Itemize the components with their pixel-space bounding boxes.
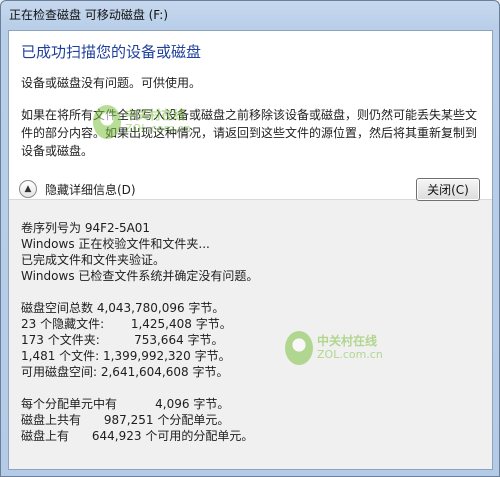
log-line: Windows 正在校验文件和文件夹...: [21, 237, 210, 251]
verification-log: 卷序列号为 94F2-5A01 Windows 正在校验文件和文件夹... 已完…: [21, 220, 481, 284]
result-heading: 已成功扫描您的设备或磁盘: [21, 43, 202, 61]
status-message: 设备或磁盘没有问题。可供使用。: [21, 76, 202, 90]
hide-details-label: 隐藏详细信息(D): [45, 182, 136, 197]
summary-area: 已成功扫描您的设备或磁盘 设备或磁盘没有问题。可供使用。 如果在将所有文件全部写…: [9, 31, 492, 200]
log-line: 卷序列号为 94F2-5A01: [21, 221, 151, 235]
allocation-summary: 每个分配单元中有 4,096 字节。 磁盘上共有 987,251 个分配单元。 …: [21, 396, 481, 444]
warning-message: 如果在将所有文件全部写入设备或磁盘之前移除该设备或磁盘，则仍然可能丢失某些文件的…: [21, 108, 478, 158]
watermark-url: ZOL.com.cn: [317, 348, 383, 361]
log-line: 已完成文件和文件夹验证。: [21, 253, 166, 267]
zol-logo-icon: [285, 331, 313, 365]
zol-logo-icon: [93, 105, 121, 139]
space-line: 1,481 个文件: 1,399,992,320 字节。: [21, 349, 231, 363]
window-title: 正在检查磁盘 可移动磁盘 (F:): [9, 8, 169, 22]
watermark-url: ZOL.com.cn: [125, 122, 191, 135]
zol-watermark: 中关村在线 ZOL.com.cn: [285, 331, 383, 365]
close-button[interactable]: 关闭(C): [416, 178, 480, 201]
zol-watermark: 中关村在线 ZOL.com.cn: [93, 105, 191, 139]
space-line: 可用磁盘空间: 2,641,604,608 字节。: [21, 365, 229, 379]
watermark-text: 中关村在线: [317, 334, 378, 348]
space-line: 23 个隐藏文件: 1,425,408 字节。: [21, 317, 232, 331]
details-text: 卷序列号为 94F2-5A01 Windows 正在校验文件和文件夹... 已完…: [21, 220, 481, 460]
dialog-window: 正在检查磁盘 可移动磁盘 (F:) 已成功扫描您的设备或磁盘 设备或磁盘没有问题…: [0, 0, 500, 477]
watermark-text: 中关村在线: [125, 108, 186, 122]
chevron-up-icon: ▲: [19, 180, 37, 198]
space-line: 磁盘空间总数 4,043,780,096 字节。: [21, 301, 225, 315]
allocation-line: 每个分配单元中有 4,096 字节。: [21, 397, 230, 411]
log-line: Windows 已检查文件系统并确定没有问题。: [21, 269, 259, 283]
dialog-panel: 已成功扫描您的设备或磁盘 设备或磁盘没有问题。可供使用。 如果在将所有文件全部写…: [8, 30, 493, 470]
allocation-line: 磁盘上共有 987,251 个分配单元。: [21, 413, 230, 427]
space-summary: 磁盘空间总数 4,043,780,096 字节。 23 个隐藏文件: 1,425…: [21, 300, 481, 380]
hide-details-toggle[interactable]: ▲ 隐藏详细信息(D): [19, 178, 136, 200]
space-line: 173 个文件夹: 753,664 字节。: [21, 333, 224, 347]
allocation-line: 磁盘上有 644,923 个可用的分配单元。: [21, 429, 254, 443]
